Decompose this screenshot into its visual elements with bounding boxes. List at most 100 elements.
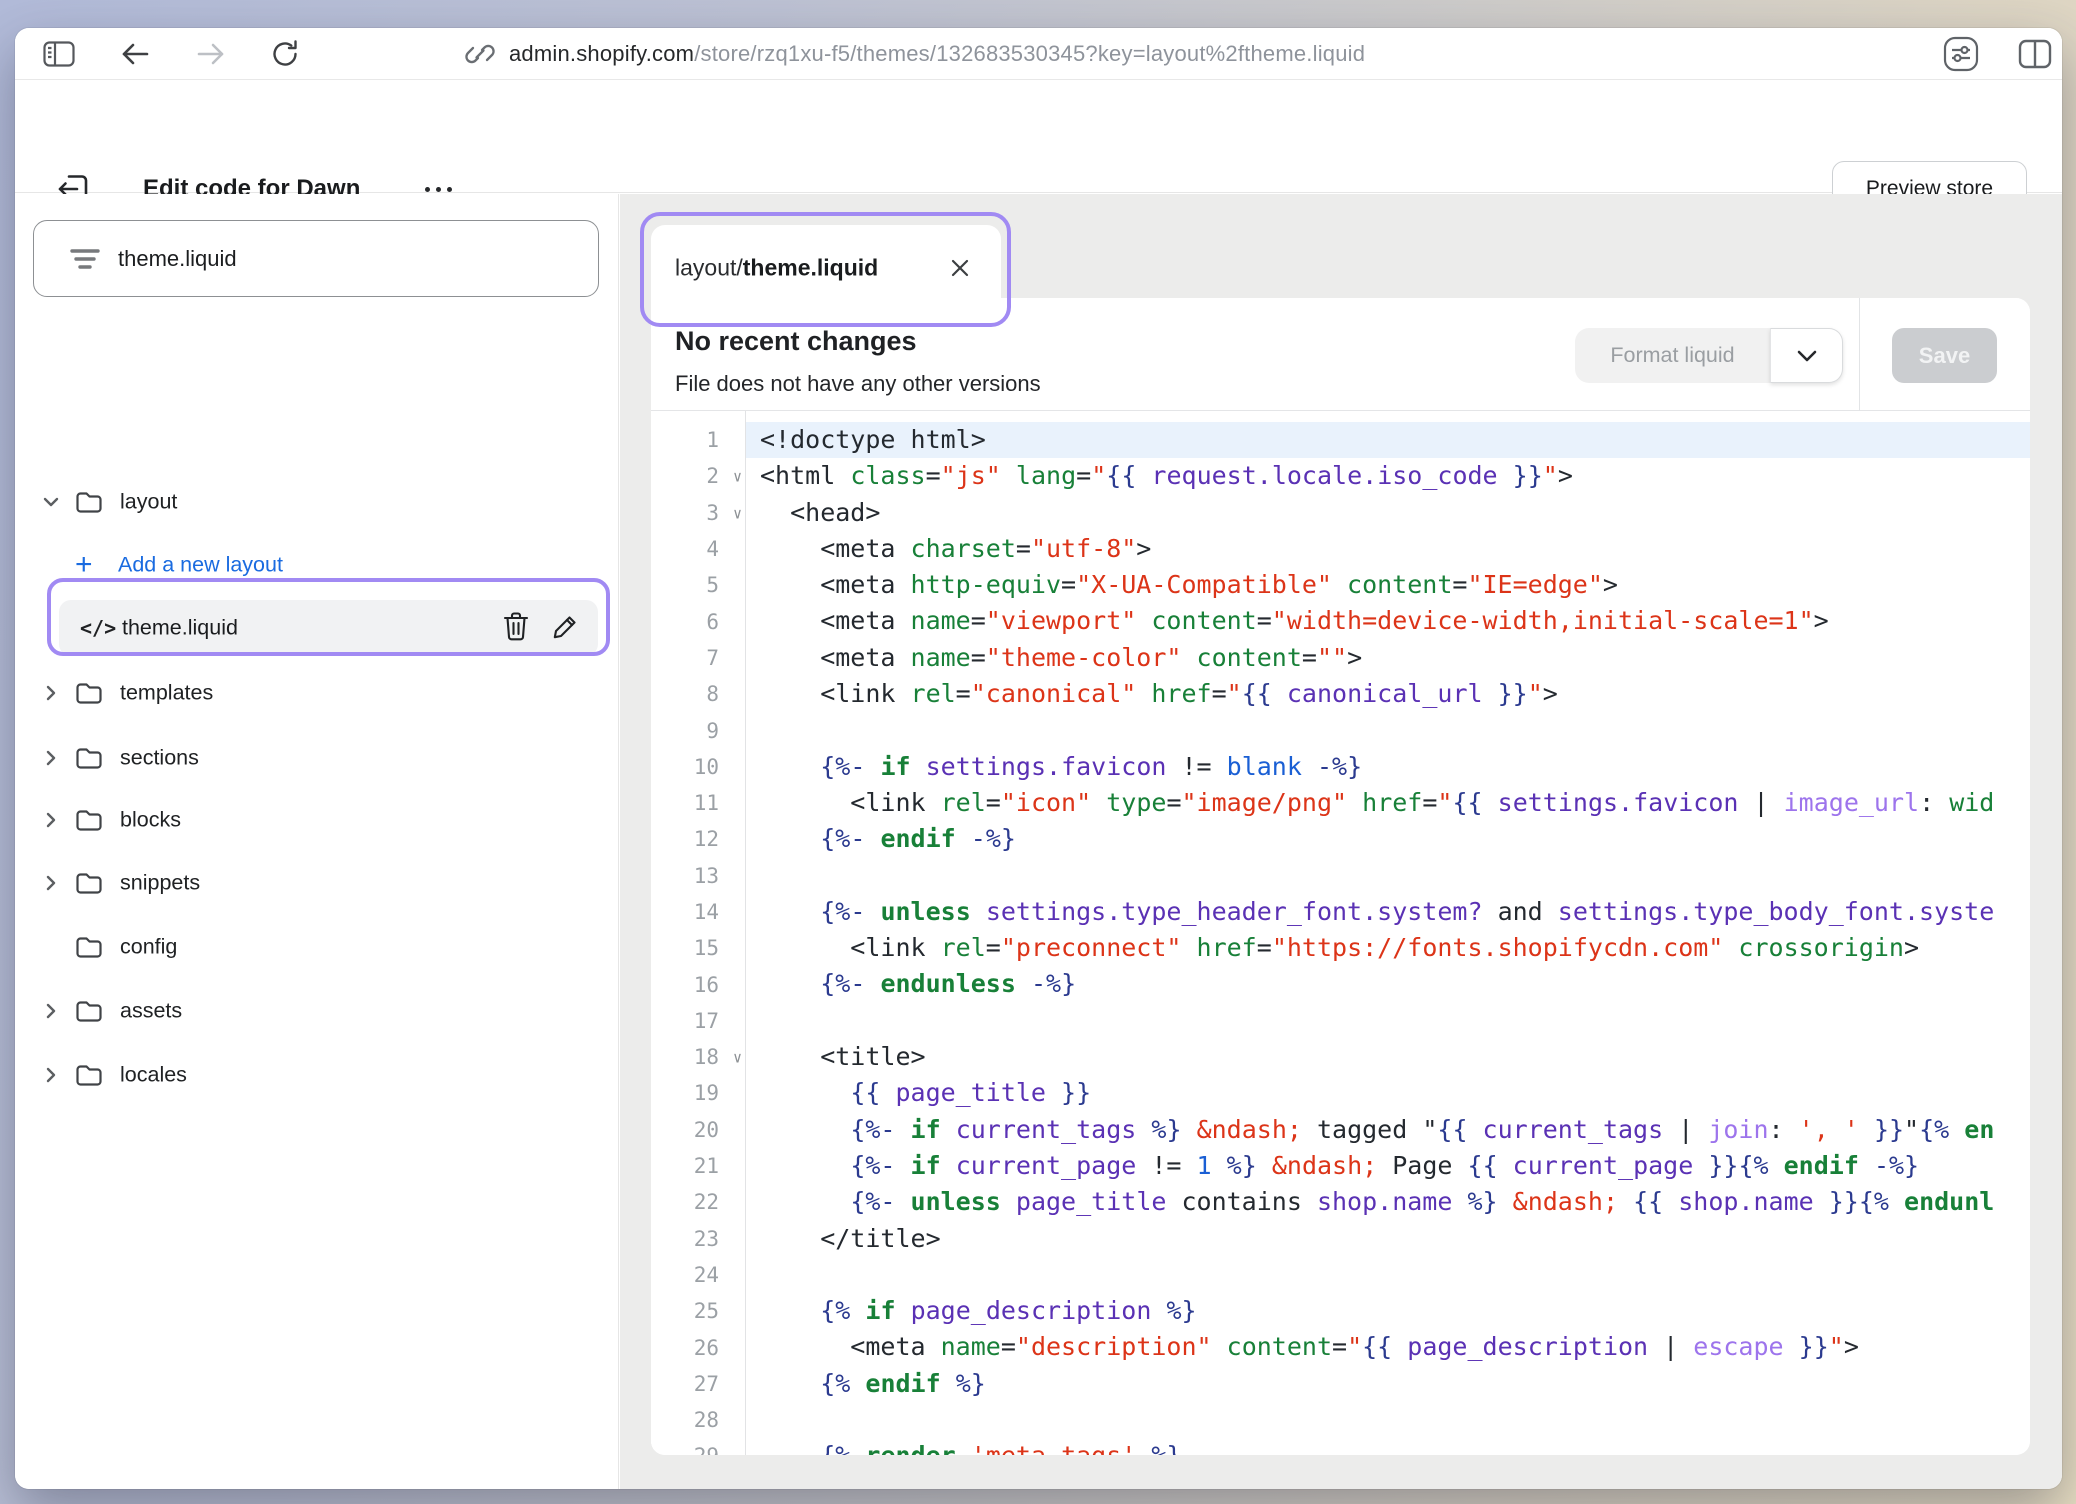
chevron-down-icon[interactable] — [41, 492, 61, 512]
code-line-10[interactable]: {%- if settings.favicon != blank -%} — [746, 749, 2030, 785]
code-line-24[interactable] — [746, 1257, 2030, 1293]
back-icon[interactable] — [115, 28, 155, 80]
chevron-right-icon[interactable] — [41, 810, 61, 830]
code-line-27[interactable]: {% endif %} — [746, 1366, 2030, 1402]
code-line-4[interactable]: <meta charset="utf-8"> — [746, 531, 2030, 567]
code-line-7[interactable]: <meta name="theme-color" content=""> — [746, 640, 2030, 676]
code-line-21[interactable]: {%- if current_page != 1 %} &ndash; Page… — [746, 1148, 2030, 1184]
fold-chevron-icon[interactable]: ∨ — [733, 468, 742, 486]
code-line-16[interactable]: {%- endunless -%} — [746, 966, 2030, 1002]
file-search-field[interactable] — [33, 220, 599, 297]
code-line-8[interactable]: <link rel="canonical" href="{{ canonical… — [746, 676, 2030, 712]
link-icon — [465, 39, 495, 69]
code-line-23[interactable]: </title> — [746, 1221, 2030, 1257]
line-number: 20 — [651, 1112, 745, 1148]
line-number: 4 — [651, 531, 745, 567]
url-text: admin.shopify.com/store/rzq1xu-f5/themes… — [509, 41, 1365, 67]
format-liquid-dropdown[interactable] — [1770, 328, 1843, 383]
code-line-3[interactable]: <head> — [746, 495, 2030, 531]
sidebar-item-add-a-new-layout[interactable]: +Add a new layout — [15, 537, 619, 593]
folder-icon — [75, 871, 103, 895]
code-line-13[interactable] — [746, 858, 2030, 894]
tune-icon[interactable] — [1937, 28, 1985, 80]
chevron-right-icon[interactable] — [41, 1065, 61, 1085]
line-number: 21 — [651, 1148, 745, 1184]
code-line-12[interactable]: {%- endif -%} — [746, 821, 2030, 857]
tab-label-prefix: layout/ — [675, 254, 743, 280]
chevron-right-icon[interactable] — [41, 683, 61, 703]
url-domain: admin.shopify.com — [509, 41, 694, 66]
sidebar-item-templates[interactable]: templates — [15, 665, 619, 721]
sidebar-item-snippets[interactable]: snippets — [15, 855, 619, 911]
tab-theme-liquid[interactable]: layout/theme.liquid — [651, 225, 1001, 310]
sidebar-item-config[interactable]: config — [15, 919, 619, 975]
chevron-right-icon[interactable] — [41, 873, 61, 893]
folder-label: blocks — [120, 808, 181, 833]
line-number: 16 — [651, 966, 745, 1002]
code-line-29[interactable]: {% render 'meta-tags' %} — [746, 1438, 2030, 1455]
folder-label: snippets — [120, 871, 200, 896]
code-line-26[interactable]: <meta name="description" content="{{ pag… — [746, 1329, 2030, 1365]
folder-label: templates — [120, 681, 213, 706]
sidebar-item-assets[interactable]: assets — [15, 983, 619, 1039]
desktop: admin.shopify.com/store/rzq1xu-f5/themes… — [0, 0, 2076, 1504]
tab-close-icon[interactable] — [945, 253, 975, 283]
folder-label: sections — [120, 746, 199, 771]
code-line-15[interactable]: <link rel="preconnect" href="https://fon… — [746, 930, 2030, 966]
code-line-9[interactable] — [746, 712, 2030, 748]
code-line-25[interactable]: {% if page_description %} — [746, 1293, 2030, 1329]
code-line-19[interactable]: {{ page_title }} — [746, 1075, 2030, 1111]
split-view-icon[interactable] — [2011, 28, 2059, 80]
folder-label: config — [120, 935, 177, 960]
code-line-17[interactable] — [746, 1003, 2030, 1039]
rename-file-icon[interactable] — [551, 611, 585, 645]
toolbar-divider — [1859, 298, 1860, 411]
line-number: 26 — [651, 1329, 745, 1365]
sidebar-item-theme.liquid[interactable]: </>theme.liquid — [15, 600, 619, 656]
code-line-2[interactable]: <html class="js" lang="{{ request.locale… — [746, 458, 2030, 494]
sidebar-item-blocks[interactable]: blocks — [15, 792, 619, 848]
folder-icon — [75, 746, 103, 770]
forward-icon[interactable] — [191, 28, 231, 80]
line-number: 19 — [651, 1075, 745, 1111]
fold-chevron-icon[interactable]: ∨ — [733, 504, 742, 522]
editor-gutter: 12∨3∨456789101112131415161718∨1920212223… — [651, 411, 746, 1455]
code-line-22[interactable]: {%- unless page_title contains shop.name… — [746, 1184, 2030, 1220]
code-line-14[interactable]: {%- unless settings.type_header_font.sys… — [746, 894, 2030, 930]
sidebar-item-layout[interactable]: layout — [15, 474, 619, 530]
chevron-right-icon[interactable] — [41, 1001, 61, 1021]
selected-file-row[interactable]: </>theme.liquid — [59, 600, 598, 656]
format-liquid-button[interactable]: Format liquid — [1575, 328, 1770, 383]
folder-icon — [75, 490, 103, 514]
code-line-11[interactable]: <link rel="icon" type="image/png" href="… — [746, 785, 2030, 821]
delete-file-icon[interactable] — [501, 611, 535, 645]
chevron-right-icon[interactable] — [41, 748, 61, 768]
line-number: 10 — [651, 749, 745, 785]
browser-toolbar: admin.shopify.com/store/rzq1xu-f5/themes… — [15, 28, 2062, 80]
code-line-28[interactable] — [746, 1402, 2030, 1438]
line-number: 3∨ — [651, 495, 745, 531]
sidebar-toggle-icon[interactable] — [36, 28, 82, 80]
code-line-20[interactable]: {%- if current_tags %} &ndash; tagged "{… — [746, 1112, 2030, 1148]
reload-icon[interactable] — [265, 28, 305, 80]
line-number: 18∨ — [651, 1039, 745, 1075]
app-header: Edit code for Dawn Preview store — [15, 81, 2062, 193]
line-number: 23 — [651, 1221, 745, 1257]
save-button[interactable]: Save — [1892, 328, 1997, 383]
address-bar[interactable]: admin.shopify.com/store/rzq1xu-f5/themes… — [465, 28, 1365, 80]
editor-code[interactable]: <!doctype html><html class="js" lang="{{… — [746, 411, 2030, 1455]
folder-icon — [75, 1063, 103, 1087]
sidebar-item-sections[interactable]: sections — [15, 730, 619, 786]
sidebar-item-locales[interactable]: locales — [15, 1047, 619, 1103]
fold-chevron-icon[interactable]: ∨ — [733, 1049, 742, 1067]
code-line-6[interactable]: <meta name="viewport" content="width=dev… — [746, 603, 2030, 639]
line-number: 25 — [651, 1293, 745, 1329]
folder-label: locales — [120, 1063, 187, 1088]
code-line-1[interactable]: <!doctype html> — [746, 422, 2030, 458]
search-input[interactable] — [118, 246, 538, 272]
line-number: 24 — [651, 1257, 745, 1293]
code-line-5[interactable]: <meta http-equiv="X-UA-Compatible" conte… — [746, 567, 2030, 603]
plus-icon: + — [75, 548, 93, 582]
line-number: 2∨ — [651, 458, 745, 494]
code-line-18[interactable]: <title> — [746, 1039, 2030, 1075]
